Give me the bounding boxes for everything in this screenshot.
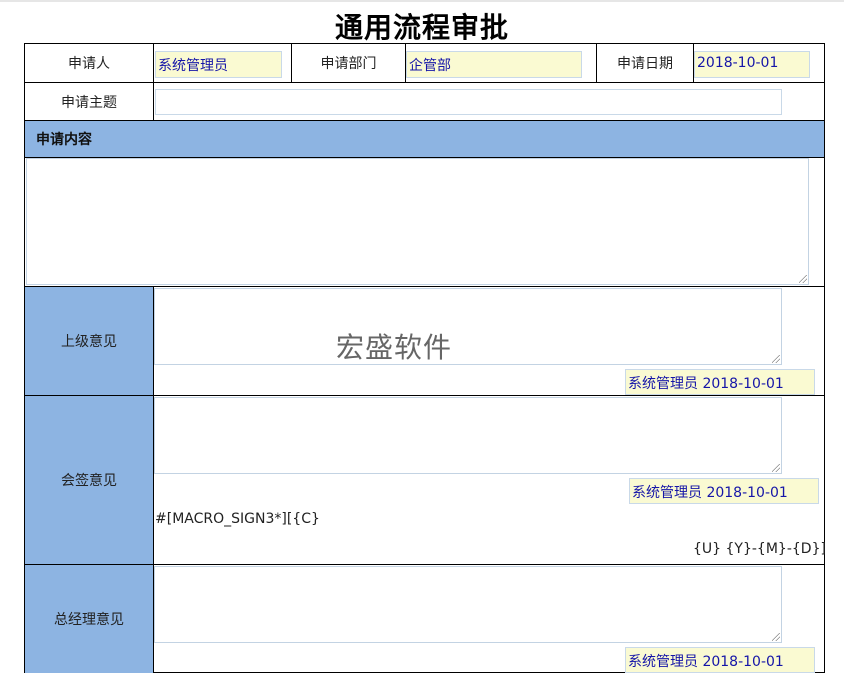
watermark: 宏盛软件 [336,331,453,364]
applicant-label: 申请人 [68,56,110,72]
superior-signature: 系统管理员 2018-10-01 [625,369,815,395]
countersign-opinion-textarea[interactable] [154,397,782,474]
date-field[interactable]: 2018-10-01 [694,51,810,78]
content-textarea[interactable] [26,158,809,285]
superior-label: 上级意见 [61,334,117,350]
countersign-label: 会签意见 [61,473,117,489]
page-title: 通用流程审批 [334,11,509,44]
gm-signature: 系统管理员 2018-10-01 [625,647,815,673]
countersign-macro: #[MACRO_SIGN3*][{C} [155,511,320,527]
superior-opinion-textarea[interactable] [154,288,782,365]
resize-handle-icon[interactable] [772,633,780,641]
resize-handle-icon[interactable] [799,275,807,283]
divider [153,83,154,120]
resize-handle-icon[interactable] [772,464,780,472]
department-label: 申请部门 [320,56,377,72]
subject-label: 申请主题 [61,94,117,111]
divider [153,44,154,82]
applicant-field[interactable]: 系统管理员 [155,51,282,78]
department-field[interactable]: 企管部 [406,51,582,78]
gm-opinion-textarea[interactable] [154,566,782,643]
resize-handle-icon[interactable] [772,355,780,363]
countersign-macro-date: {U} {Y}-{M}-{D}] [693,541,826,557]
gm-label: 总经理意见 [54,612,124,628]
date-label: 申请日期 [617,56,673,72]
content-section-header: 申请内容 [25,121,824,157]
top-border [0,0,844,2]
subject-input[interactable] [155,89,782,115]
countersign-signature: 系统管理员 2018-10-01 [629,478,819,504]
